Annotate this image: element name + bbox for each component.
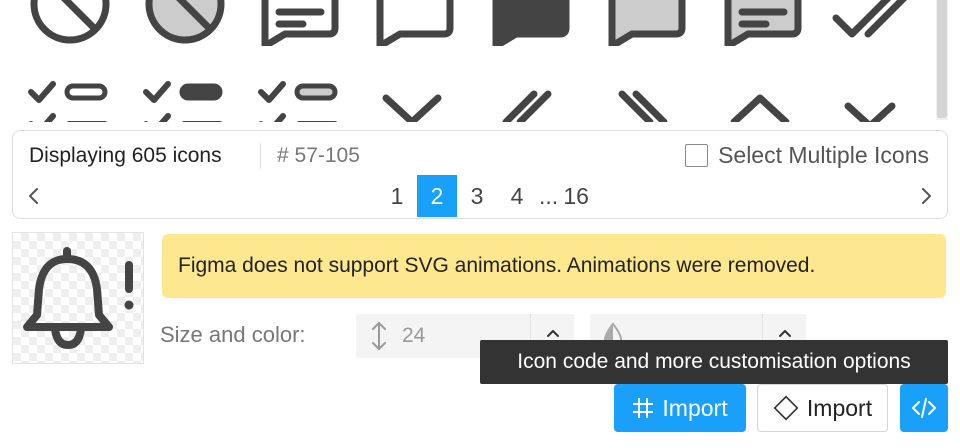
message-text-filled-light-icon[interactable] — [718, 0, 808, 46]
import-component-button[interactable]: Import — [757, 384, 888, 432]
page-2-button[interactable]: 2 — [417, 175, 457, 217]
message-filled-light-icon[interactable] — [602, 0, 692, 46]
import-component-label: Import — [806, 394, 873, 421]
select-multiple-checkbox[interactable] — [685, 144, 709, 167]
double-backslash-icon[interactable] — [604, 72, 694, 122]
double-slash-icon[interactable] — [488, 72, 578, 122]
chevron-down-icon[interactable] — [372, 72, 462, 122]
divider — [260, 143, 261, 169]
results-panel: Displaying 605 icons # 57-105 Select Mul… — [12, 130, 948, 219]
code-options-button[interactable] — [900, 384, 948, 432]
circle-slash-filled-icon[interactable] — [140, 0, 230, 49]
chevron-up-icon — [546, 330, 559, 337]
double-check-icon[interactable] — [830, 0, 920, 46]
code-options-tooltip: Icon code and more customisation options — [480, 340, 948, 384]
code-icon — [912, 398, 936, 418]
list-check-light-icon[interactable] — [255, 72, 345, 122]
chevron-right-icon — [922, 188, 931, 204]
icon-grid-scrollbar-thumb[interactable] — [937, 0, 947, 118]
message-outline-icon[interactable] — [370, 0, 460, 46]
chevron-up-icon[interactable] — [720, 72, 810, 122]
select-multiple-toggle[interactable]: Select Multiple Icons — [685, 142, 929, 169]
previous-page-button[interactable] — [21, 181, 47, 211]
import-figma-label: Import — [662, 394, 728, 421]
circle-slash-outline-icon[interactable] — [25, 0, 115, 49]
page-16-button[interactable]: 16 — [561, 175, 591, 217]
import-figma-button[interactable]: Import — [614, 384, 746, 432]
chevron-down-icon[interactable] — [834, 72, 924, 122]
component-diamond-icon — [773, 395, 799, 421]
icon-grid — [0, 0, 936, 122]
icon-range-label: # 57-105 — [277, 144, 360, 167]
hash-frame-icon — [633, 398, 654, 418]
page-1-button[interactable]: 1 — [377, 175, 417, 217]
next-page-button[interactable] — [913, 181, 939, 211]
chevron-up-icon — [778, 330, 791, 337]
animation-warning-banner: Figma does not support SVG animations. A… — [162, 234, 946, 298]
message-text-outline-icon[interactable] — [255, 0, 345, 46]
message-filled-icon[interactable] — [486, 0, 576, 46]
pagination: 1 2 3 4 ... 16 — [377, 175, 591, 217]
size-and-color-label: Size and color: — [160, 322, 306, 347]
list-check-filled-icon[interactable] — [140, 72, 230, 122]
bell-alert-icon — [23, 247, 134, 350]
list-check-outline-icon[interactable] — [25, 72, 115, 122]
icon-count-label: Displaying 605 icons — [29, 144, 222, 167]
icon-preview — [12, 232, 144, 364]
page-4-button[interactable]: 4 — [497, 175, 537, 217]
chevron-left-icon — [29, 188, 38, 204]
page-3-button[interactable]: 3 — [457, 175, 497, 217]
pagination-ellipsis: ... — [539, 182, 559, 209]
resize-vertical-icon — [372, 322, 386, 350]
select-multiple-label: Select Multiple Icons — [718, 142, 929, 168]
